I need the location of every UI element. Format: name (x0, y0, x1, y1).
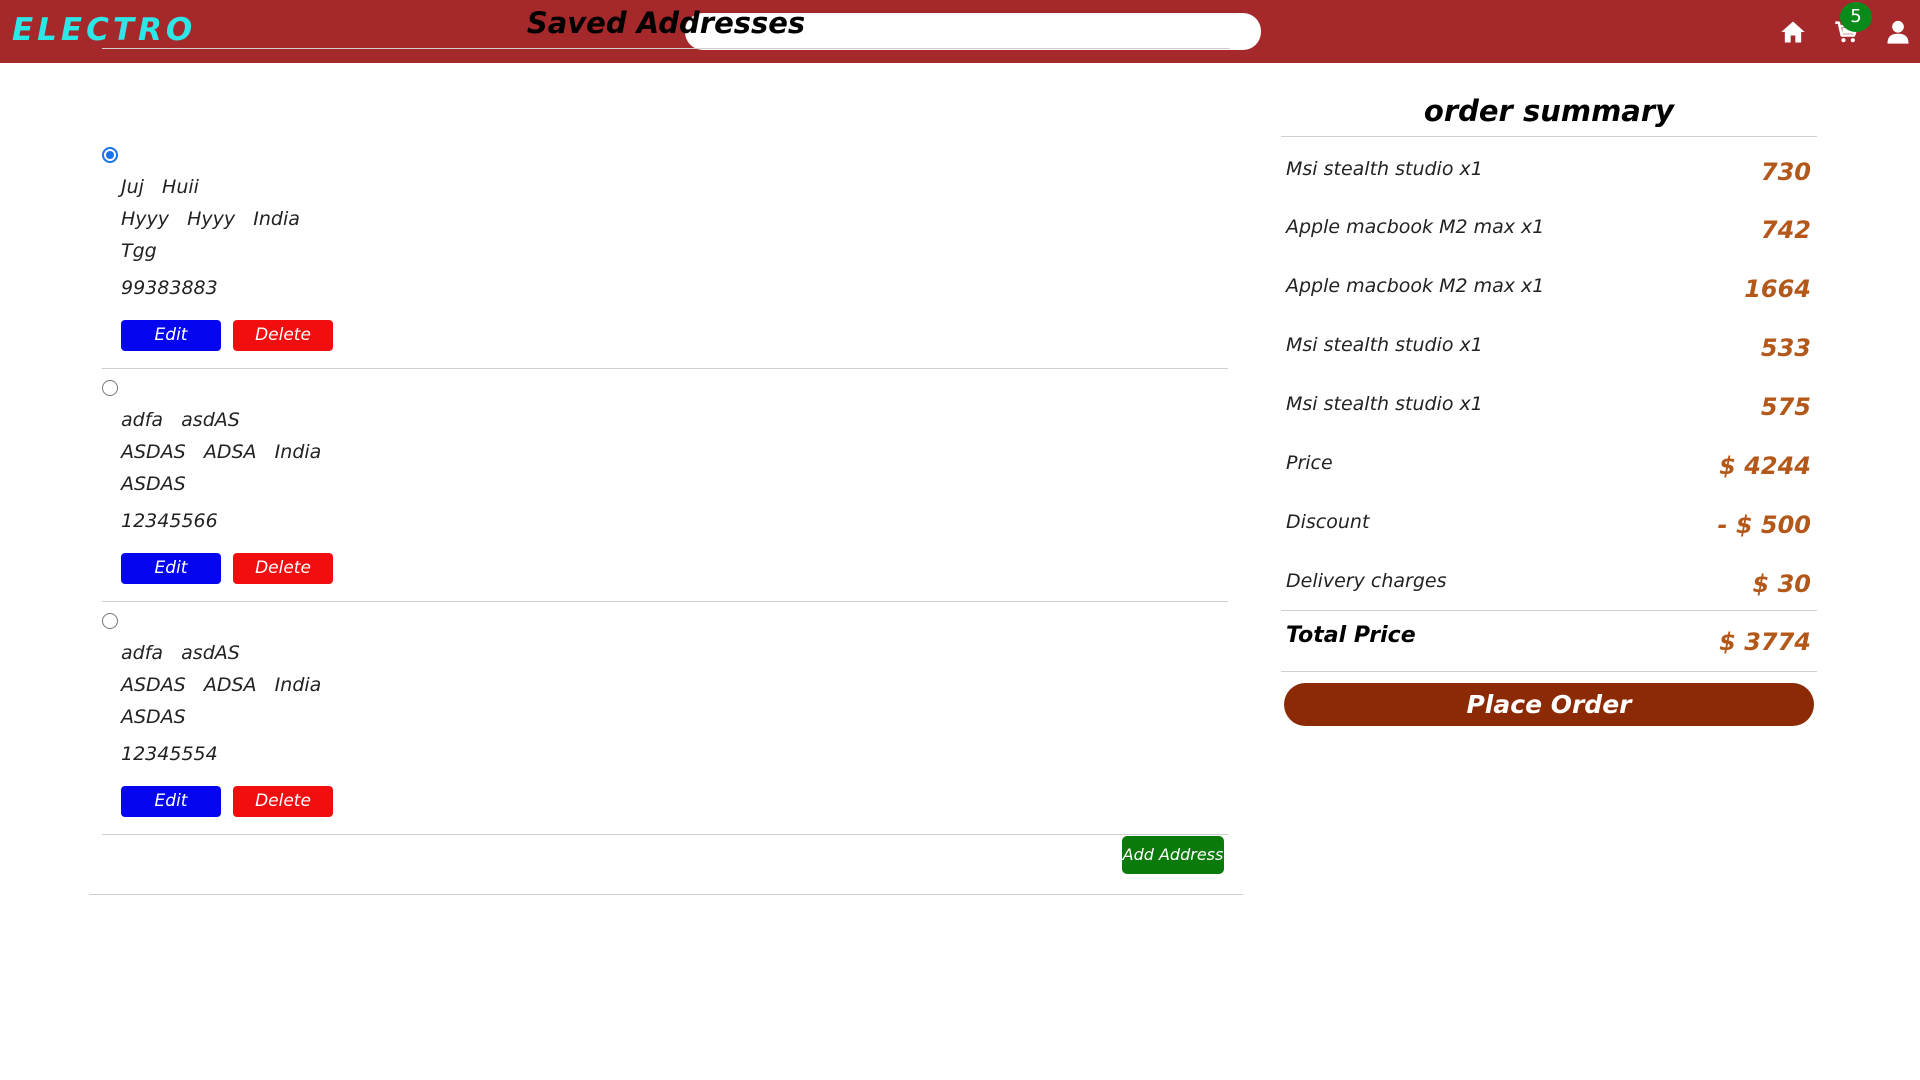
total-price-label: Total Price (1286, 623, 1416, 648)
summary-item-value: 1664 (1744, 275, 1811, 303)
summary-item-label: Msi stealth studio x1 (1286, 393, 1483, 415)
divider (1281, 136, 1817, 137)
address-phone: 99383883 (121, 277, 218, 299)
price-row: Price $ 4244 (1281, 446, 1817, 486)
address-radio[interactable] (102, 613, 118, 629)
address-phone: 12345566 (121, 510, 218, 532)
summary-item-row: Msi stealth studio x1 730 (1281, 152, 1817, 192)
summary-item-value: 742 (1760, 216, 1811, 244)
summary-item-value: 533 (1760, 334, 1811, 362)
addresses-title: Saved Addresses (526, 6, 806, 40)
address-radio[interactable] (102, 380, 118, 396)
delivery-value: $ 30 (1752, 570, 1811, 598)
address-phone: 12345554 (121, 743, 218, 765)
address-card: adfa asdAS ASDAS ADSA India ASDAS 123455… (102, 370, 1228, 602)
address-city-line: ASDAS ADSA India (121, 674, 322, 696)
summary-item-row: Apple macbook M2 max x1 742 (1281, 210, 1817, 250)
address-city-line: Hyyy Hyyy India (121, 208, 300, 230)
edit-address-button[interactable]: Edit (121, 786, 221, 817)
discount-label: Discount (1286, 511, 1370, 533)
summary-item-value: 575 (1760, 393, 1811, 421)
address-radio[interactable] (102, 147, 118, 163)
summary-item-label: Apple macbook M2 max x1 (1286, 216, 1545, 238)
divider (1281, 610, 1817, 611)
discount-value: - $ 500 (1717, 511, 1811, 539)
summary-item-label: Msi stealth studio x1 (1286, 158, 1483, 180)
address-street: ASDAS (121, 706, 186, 728)
total-price-value: $ 3774 (1719, 628, 1811, 656)
divider (102, 48, 1230, 49)
edit-address-button[interactable]: Edit (121, 320, 221, 351)
address-city-line: ASDAS ADSA India (121, 441, 322, 463)
price-label: Price (1286, 452, 1333, 474)
address-card: adfa asdAS ASDAS ADSA India ASDAS 123455… (102, 603, 1228, 835)
user-icon[interactable] (1884, 18, 1912, 46)
address-name: adfa asdAS (121, 642, 240, 664)
price-value: $ 4244 (1719, 452, 1811, 480)
discount-row: Discount - $ 500 (1281, 505, 1817, 545)
delete-address-button[interactable]: Delete (233, 786, 333, 817)
delivery-label: Delivery charges (1286, 570, 1447, 592)
address-street: Tgg (121, 240, 157, 262)
address-street: ASDAS (121, 473, 186, 495)
cart-count-badge: 5 (1840, 2, 1872, 32)
summary-item-value: 730 (1760, 158, 1811, 186)
add-address-button[interactable]: Add Address (1122, 836, 1224, 874)
address-card: Juj Huii Hyyy Hyyy India Tgg 99383883 Ed… (102, 137, 1228, 369)
delete-address-button[interactable]: Delete (233, 320, 333, 351)
address-name: adfa asdAS (121, 409, 240, 431)
order-summary-title: order summary (1423, 94, 1675, 128)
summary-item-label: Msi stealth studio x1 (1286, 334, 1483, 356)
address-name: Juj Huii (121, 176, 199, 198)
divider (1281, 671, 1817, 672)
place-order-button[interactable]: Place Order (1284, 683, 1814, 726)
delivery-row: Delivery charges $ 30 (1281, 564, 1817, 604)
summary-item-label: Apple macbook M2 max x1 (1286, 275, 1545, 297)
summary-item-row: Apple macbook M2 max x1 1664 (1281, 269, 1817, 309)
summary-item-row: Msi stealth studio x1 533 (1281, 328, 1817, 368)
summary-item-row: Msi stealth studio x1 575 (1281, 387, 1817, 427)
home-icon[interactable] (1779, 18, 1807, 46)
delete-address-button[interactable]: Delete (233, 553, 333, 584)
edit-address-button[interactable]: Edit (121, 553, 221, 584)
